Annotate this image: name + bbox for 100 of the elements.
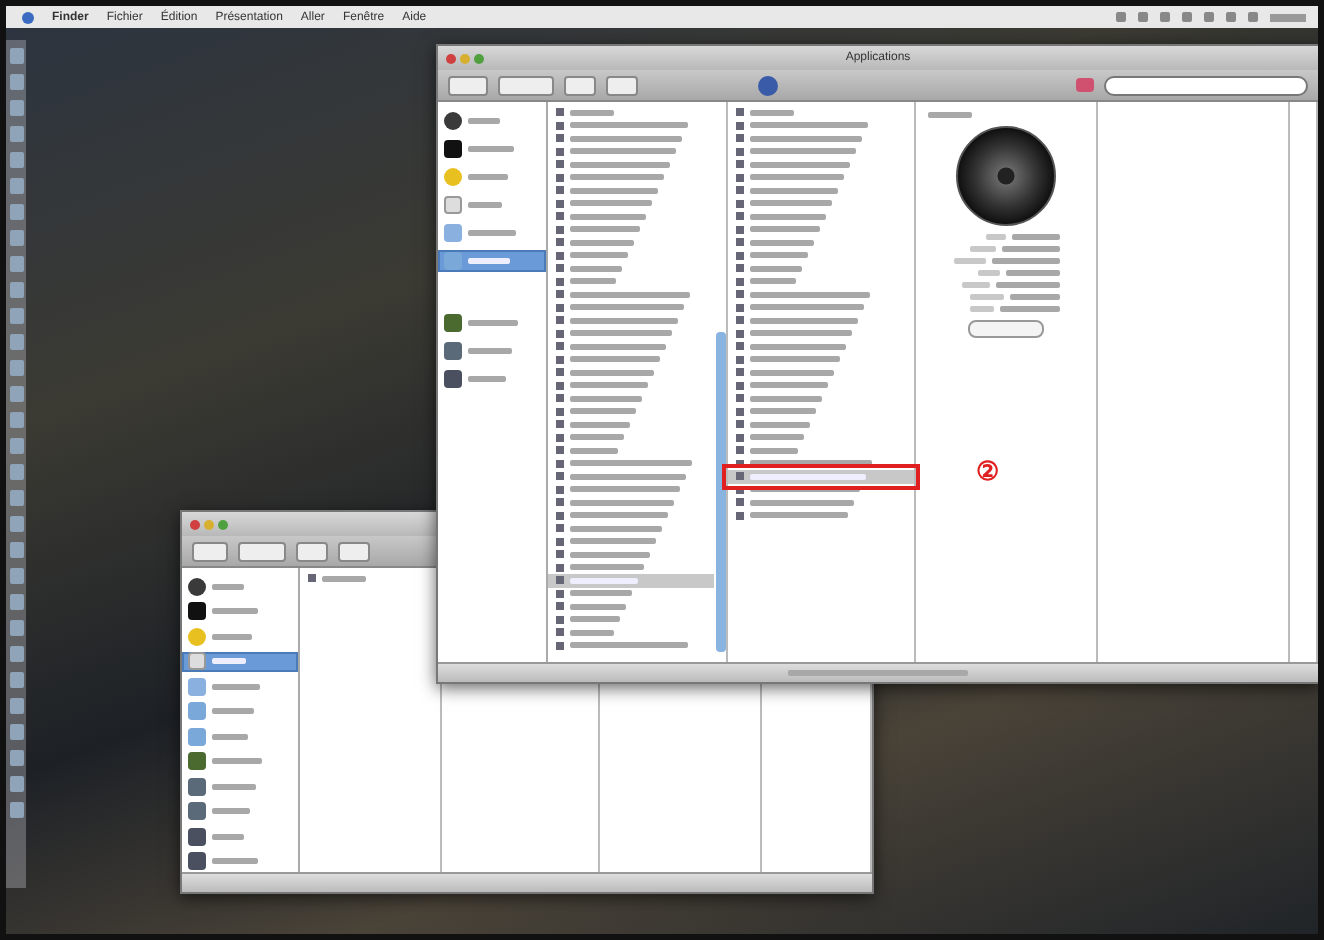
- blurred-text: [570, 239, 634, 246]
- blurred-text: [995, 282, 1059, 288]
- blurred-text: [750, 226, 820, 233]
- blurred-text: [212, 633, 252, 640]
- toolbar-button[interactable]: [606, 75, 638, 95]
- blurred-text: [212, 583, 244, 590]
- blurred-text: [570, 408, 636, 415]
- blurred-text: [750, 161, 850, 168]
- blurred-text: [212, 683, 260, 690]
- blurred-text: [750, 109, 794, 116]
- blurred-text: [570, 642, 688, 649]
- blurred-text: [1009, 294, 1059, 300]
- toolbar-button[interactable]: [238, 541, 286, 561]
- blurred-text: [750, 460, 872, 467]
- blurred-text: [212, 733, 248, 740]
- blurred-text: [969, 294, 1003, 300]
- blurred-text: [1001, 246, 1059, 252]
- blurred-text: [212, 858, 258, 865]
- blurred-text: [750, 330, 852, 337]
- blurred-text: [570, 577, 638, 584]
- blurred-text: [750, 447, 798, 454]
- blurred-text: [928, 112, 972, 118]
- blurred-text: [750, 408, 816, 415]
- search-field[interactable]: [1104, 75, 1308, 95]
- blurred-text: [750, 278, 796, 285]
- info-button[interactable]: [968, 320, 1044, 338]
- blurred-text: [570, 473, 686, 480]
- blurred-text: [212, 608, 258, 615]
- blurred-text: [570, 330, 672, 337]
- blurred-text: [570, 434, 624, 441]
- blurred-text: [750, 369, 834, 376]
- blurred-text: [570, 525, 662, 532]
- toolbar-button[interactable]: [338, 541, 370, 561]
- blurred-text: [468, 174, 508, 180]
- blurred-text: [570, 590, 632, 597]
- toolbar-button[interactable]: [448, 75, 488, 95]
- blurred-text: [999, 306, 1059, 312]
- scroll-bar[interactable]: [716, 332, 726, 652]
- blurred-text: [750, 421, 810, 428]
- toolbar-button[interactable]: [498, 75, 554, 95]
- blurred-text: [750, 304, 864, 311]
- blurred-text: [750, 239, 814, 246]
- blurred-text: [570, 356, 660, 363]
- blurred-text: [985, 234, 1005, 240]
- blurred-text: [468, 202, 502, 208]
- step-number: ②: [976, 458, 1000, 484]
- toolbar-button[interactable]: [192, 541, 228, 561]
- blurred-text: [212, 708, 254, 715]
- toolbar-button[interactable]: [564, 75, 596, 95]
- blurred-text: [750, 265, 802, 272]
- blurred-text: [468, 118, 500, 124]
- blurred-text: [570, 109, 614, 116]
- blurred-text: [570, 629, 614, 636]
- blurred-text: [468, 146, 514, 152]
- blurred-text: [570, 226, 640, 233]
- list-row[interactable]: [728, 470, 914, 483]
- blurred-text: [570, 369, 654, 376]
- blurred-text: [570, 512, 668, 519]
- blurred-text: [977, 270, 999, 276]
- blurred-text: [570, 447, 618, 454]
- toolbar-button[interactable]: [296, 541, 328, 561]
- blurred-text: [468, 320, 518, 326]
- blurred-text: [212, 833, 244, 840]
- blurred-text: [212, 758, 262, 765]
- list-row[interactable]: [548, 574, 714, 587]
- blurred-text: [953, 258, 985, 264]
- blurred-text: [570, 213, 646, 220]
- blurred-text: [991, 258, 1059, 264]
- blurred-text: [570, 499, 674, 506]
- blurred-text: [750, 382, 828, 389]
- blurred-text: [570, 304, 684, 311]
- blurred-text: [570, 382, 648, 389]
- blurred-text: [570, 421, 630, 428]
- blurred-text: [570, 265, 622, 272]
- blurred-text: [750, 200, 832, 207]
- blurred-text: [570, 200, 652, 207]
- blurred-text: [570, 343, 666, 350]
- blurred-text: [961, 282, 989, 288]
- blurred-text: [750, 174, 844, 181]
- blurred-text: [750, 135, 862, 142]
- blurred-text: [750, 291, 870, 298]
- blurred-text: [570, 460, 692, 467]
- blurred-text: [750, 499, 854, 506]
- blurred-text: [570, 135, 682, 142]
- blurred-text: [750, 512, 848, 519]
- blurred-text: [570, 538, 656, 545]
- blurred-text: [750, 213, 826, 220]
- blurred-text: [570, 291, 690, 298]
- blurred-text: [750, 343, 846, 350]
- blurred-text: [570, 148, 676, 155]
- blurred-text: [212, 808, 250, 815]
- blurred-text: [570, 122, 688, 129]
- blurred-text: [570, 603, 626, 610]
- blurred-text: [468, 376, 506, 382]
- blurred-text: [750, 187, 838, 194]
- blurred-text: [969, 306, 993, 312]
- blurred-text: [750, 148, 856, 155]
- blurred-text: [570, 564, 644, 571]
- blurred-text: [750, 122, 868, 129]
- blurred-text: [570, 395, 642, 402]
